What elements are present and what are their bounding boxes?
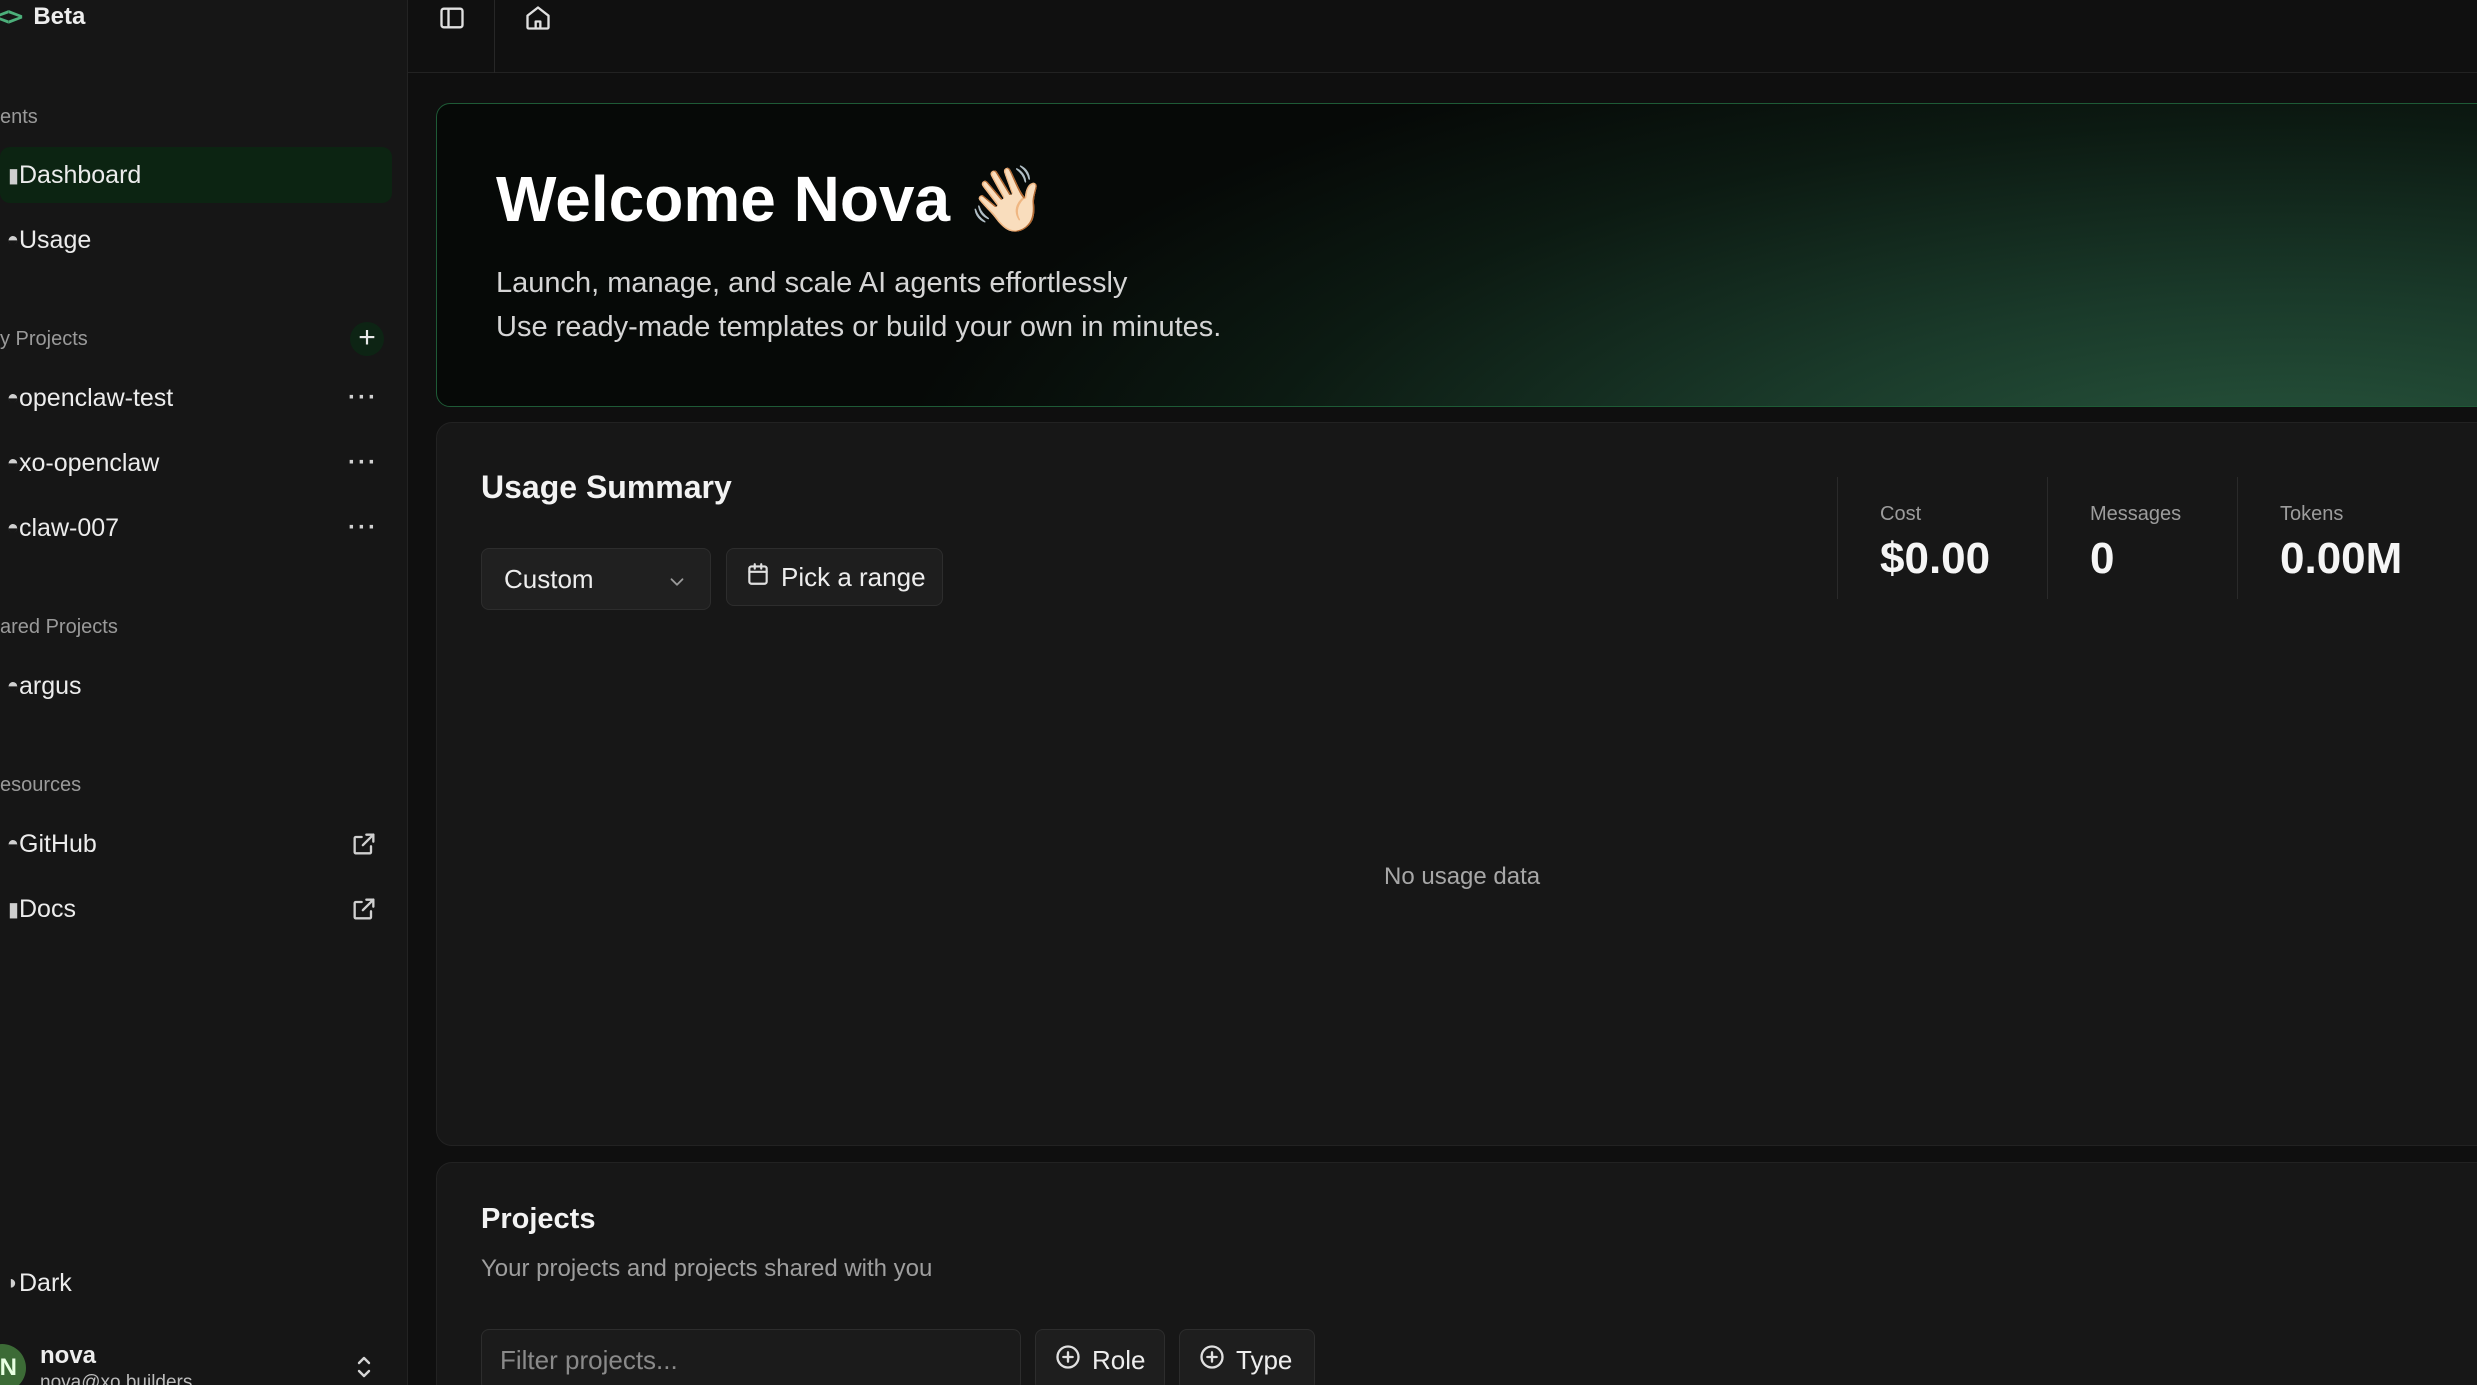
type-filter-label: Type [1236, 1344, 1293, 1375]
sidebar-item-label: openclaw-test [19, 383, 174, 412]
more-options-icon[interactable]: ··· [348, 514, 378, 542]
project-icon: ◓ [6, 386, 19, 409]
brand-label: Beta [33, 3, 86, 30]
sidebar-item-label: Dashboard [19, 160, 142, 189]
hero-subtitle-line1: Launch, manage, and scale AI agents effo… [496, 267, 1128, 299]
metric-label: Messages [2090, 503, 2182, 525]
sidebar-toggle-icon[interactable] [438, 4, 466, 37]
metric-label: Cost [1880, 503, 1922, 525]
more-options-icon[interactable]: ··· [348, 384, 378, 412]
project-icon: ◓ [6, 451, 19, 474]
plus-circle-icon [1054, 1343, 1082, 1378]
usage-summary-card: Usage Summary Custom Pick a range Cost $… [436, 422, 2477, 1146]
empty-state-text: No usage data [1384, 863, 1541, 890]
page-title: Welcome Nova 👋🏻 [496, 163, 1048, 235]
sidebar-item-shared-project[interactable]: ◓ argus [0, 658, 392, 714]
section-label-shared-projects: ared Projects [0, 616, 118, 638]
projects-title: Projects [481, 1203, 596, 1235]
book-icon: ▮ [7, 898, 19, 921]
metric-label: Tokens [2280, 503, 2344, 525]
dashboard-icon: ▮ [7, 164, 19, 187]
sidebar-item-github[interactable]: ◓ GitHub [0, 816, 392, 872]
plus-circle-icon [1198, 1343, 1226, 1378]
metric-value: 0.00M [2280, 534, 2403, 583]
chevron-down-icon [666, 569, 688, 600]
sidebar-item-project[interactable]: ◓ xo-openclaw ··· [0, 435, 392, 491]
github-icon: ◓ [6, 832, 19, 855]
section-label-agents: ents [0, 106, 38, 128]
section-label-my-projects: y Projects [0, 328, 88, 350]
sidebar-item-label: Docs [19, 894, 76, 923]
sidebar-item-dashboard[interactable]: ▮ Dashboard [0, 147, 392, 203]
role-filter-button[interactable]: Role [1035, 1329, 1165, 1385]
pick-range-button[interactable]: Pick a range [726, 548, 943, 606]
external-link-icon [350, 895, 378, 923]
sidebar-item-label: GitHub [19, 829, 97, 858]
role-filter-label: Role [1092, 1344, 1146, 1375]
pick-range-label: Pick a range [781, 561, 926, 592]
external-link-icon [350, 830, 378, 858]
sidebar-item-docs[interactable]: ▮ Docs [0, 881, 392, 937]
sidebar-item-label: xo-openclaw [19, 448, 160, 477]
user-menu[interactable]: N nova nova@xo.builders [0, 1330, 392, 1385]
user-name: nova [40, 1342, 97, 1369]
sidebar-item-label: Usage [19, 225, 92, 254]
home-icon[interactable] [524, 4, 552, 37]
sidebar: <> Beta ents ▮ Dashboard ◓ Usage y Proje… [0, 0, 408, 1385]
metric-value: $0.00 [1880, 534, 1991, 583]
plus-icon: + [358, 321, 376, 354]
theme-toggle[interactable]: ◗ Dark [0, 1255, 392, 1311]
theme-label: Dark [19, 1268, 72, 1297]
usage-summary-title: Usage Summary [481, 469, 732, 505]
project-icon: ◓ [6, 516, 19, 539]
hero-subtitle-line2: Use ready-made templates or build your o… [496, 311, 1222, 343]
sidebar-item-project[interactable]: ◓ claw-007 ··· [0, 500, 392, 556]
range-select-value: Custom [504, 563, 594, 594]
filter-projects-input[interactable] [481, 1329, 1021, 1385]
type-filter-button[interactable]: Type [1179, 1329, 1315, 1385]
welcome-hero: Welcome Nova 👋🏻 Launch, manage, and scal… [436, 103, 2477, 407]
metric-tokens: Tokens 0.00M [2237, 477, 2402, 599]
usage-icon: ◓ [6, 228, 19, 251]
top-bar [408, 0, 2477, 73]
sidebar-item-label: claw-007 [19, 513, 120, 542]
brand[interactable]: <> Beta [0, 0, 85, 34]
sidebar-item-project[interactable]: ◓ openclaw-test ··· [0, 370, 392, 426]
code-brackets-icon: <> [0, 2, 23, 32]
projects-card: Projects Your projects and projects shar… [436, 1162, 2477, 1385]
calendar-icon [745, 561, 771, 594]
add-project-button[interactable]: + [350, 322, 384, 356]
range-select[interactable]: Custom [481, 548, 711, 610]
projects-subtitle: Your projects and projects shared with y… [481, 1255, 933, 1282]
metric-messages: Messages 0 [2047, 477, 2181, 599]
section-label-resources: esources [0, 774, 82, 796]
moon-icon: ◗ [6, 1271, 19, 1294]
user-email: nova@xo.builders [40, 1372, 193, 1385]
metric-value: 0 [2090, 534, 2115, 583]
sidebar-item-usage[interactable]: ◓ Usage [0, 212, 392, 268]
divider [494, 0, 495, 73]
avatar: N [0, 1344, 26, 1385]
chevrons-up-down-icon [352, 1352, 376, 1385]
sidebar-item-label: argus [19, 671, 82, 700]
more-options-icon[interactable]: ··· [348, 449, 378, 477]
metric-cost: Cost $0.00 [1837, 477, 1990, 599]
project-icon: ◓ [6, 674, 19, 697]
